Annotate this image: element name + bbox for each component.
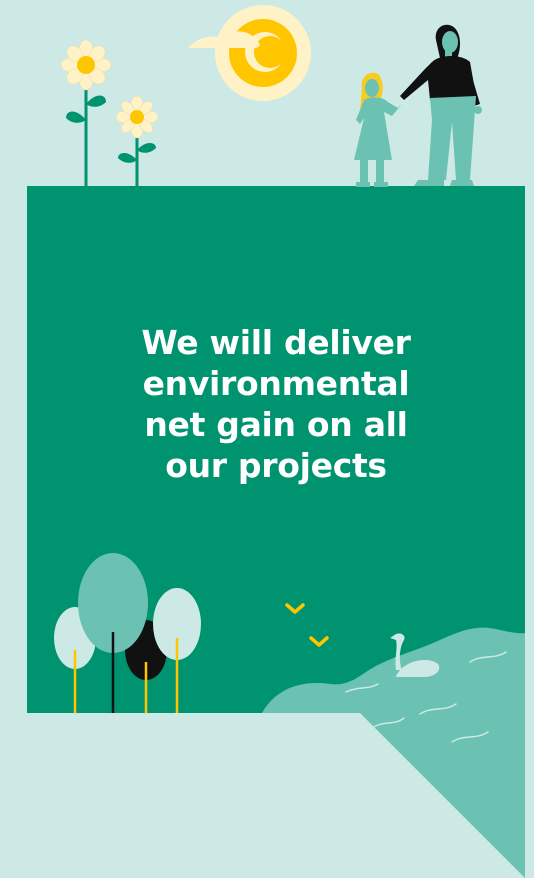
sun-icon [215, 5, 311, 101]
infographic-card: We will deliver environmental net gain o… [0, 0, 534, 878]
daisy-large-icon [60, 39, 112, 187]
headline-line-2: environmental [142, 364, 410, 403]
headline-line-4: our projects [165, 446, 387, 485]
daisy-small-icon [115, 95, 159, 187]
headline-line-3: net gain on all [144, 405, 408, 444]
headline-line-1: We will deliver [141, 323, 411, 362]
child-figure-icon [354, 72, 402, 187]
headline: We will deliver environmental net gain o… [27, 322, 525, 486]
adult-figure-icon [400, 24, 482, 186]
